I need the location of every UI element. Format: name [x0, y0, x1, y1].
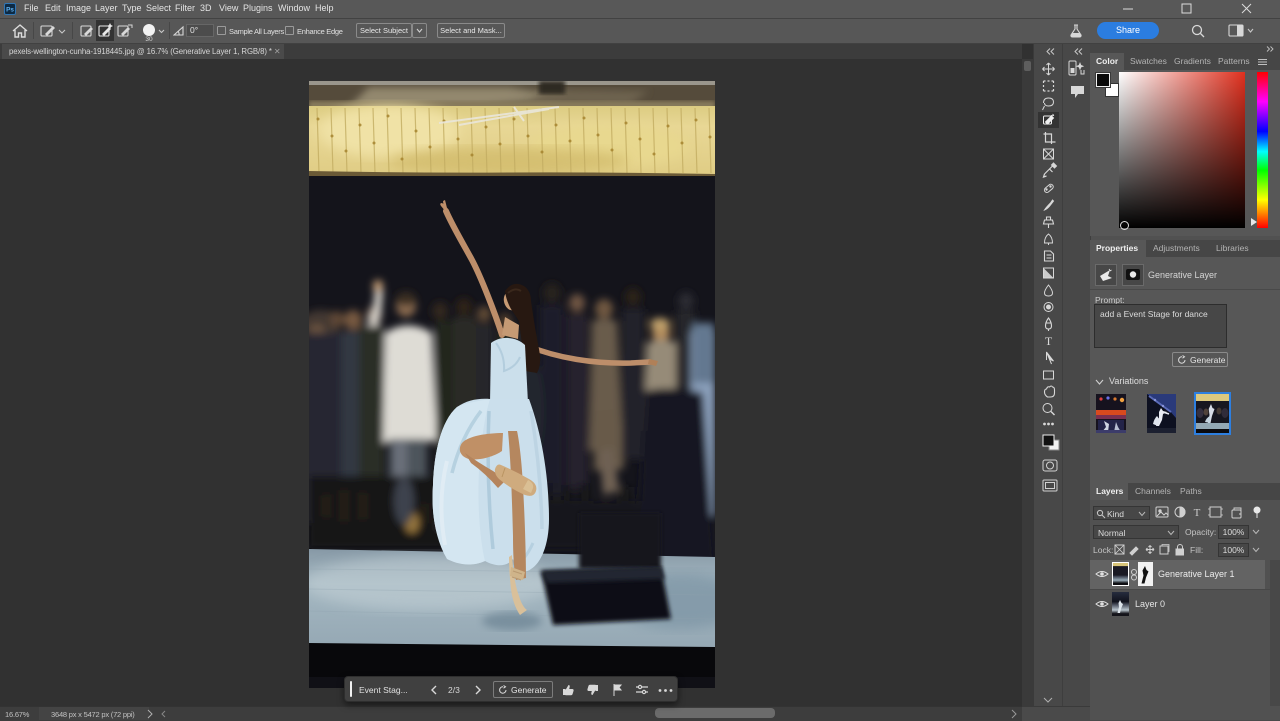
svg-text:T: T [1045, 334, 1053, 348]
svg-text:30: 30 [145, 36, 153, 42]
svg-text:T: T [1194, 507, 1201, 519]
